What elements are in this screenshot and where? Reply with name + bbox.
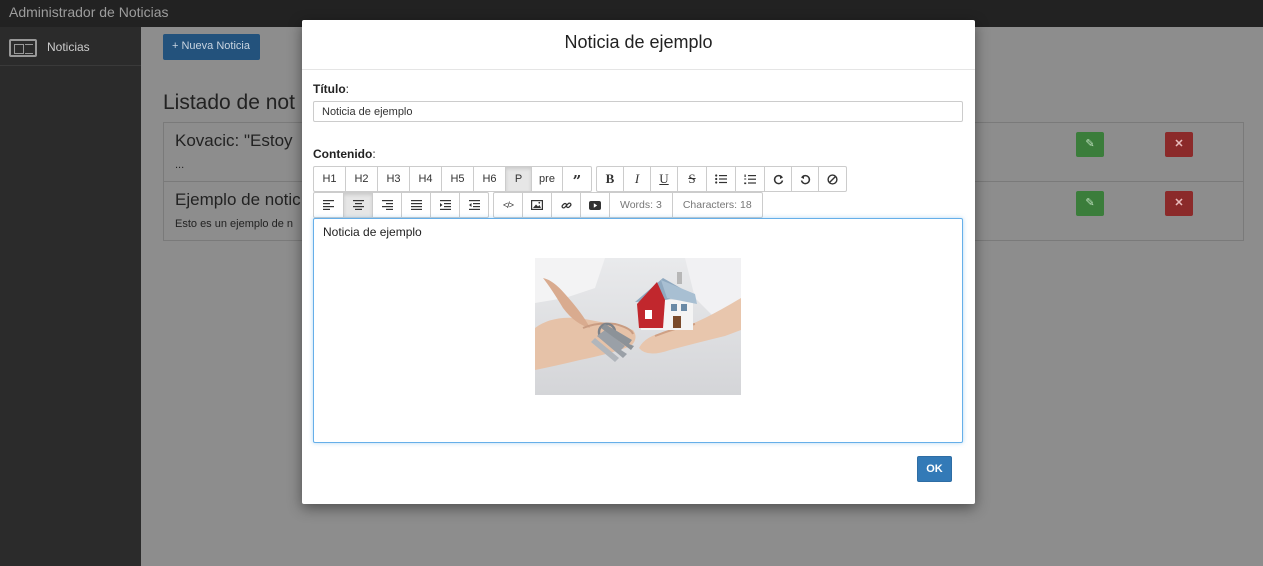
code-button[interactable]: </> [493,192,523,218]
news-summary: Esto es un ejemplo de n [175,218,294,230]
editor-toolbar-row-1: H1 H2 H3 H4 H5 H6 P pre ” B I U S [313,166,851,192]
h5-button[interactable]: H5 [441,166,474,192]
bold-icon: B [605,171,615,186]
youtube-icon [589,200,601,210]
align-right-button[interactable] [372,192,402,218]
indent-button[interactable] [430,192,460,218]
image-icon [531,200,543,210]
bold-button[interactable]: B [596,166,624,192]
h2-button[interactable]: H2 [345,166,378,192]
pre-button[interactable]: pre [531,166,563,192]
indent-icon [439,200,451,210]
character-count: Characters: 18 [671,192,763,218]
strikethrough-button[interactable]: S [677,166,707,192]
code-icon: </> [502,200,514,210]
edit-button[interactable]: ✎ [1076,191,1104,216]
text-style-group: B I U S [596,166,847,192]
close-icon: ✕ [1174,138,1184,150]
italic-button[interactable]: I [623,166,651,192]
insert-link-button[interactable] [551,192,581,218]
news-summary: ... [175,159,185,171]
edit-button[interactable]: ✎ [1076,132,1104,157]
quote-icon: ” [572,172,582,190]
align-center-icon [352,200,364,210]
ok-button[interactable]: OK [917,456,952,482]
h6-button[interactable]: H6 [473,166,506,192]
news-title: Kovacic: "Estoy [175,131,293,150]
block-format-group: H1 H2 H3 H4 H5 H6 P pre ” [313,166,592,192]
sidebar-item-noticias[interactable]: Noticias [0,31,141,66]
content-label: Contenido: [313,147,376,161]
h3-button[interactable]: H3 [377,166,410,192]
pencil-icon: ✎ [1085,197,1095,209]
h4-button[interactable]: H4 [409,166,442,192]
outdent-button[interactable] [459,192,489,218]
insert-image-button[interactable] [522,192,552,218]
bullet-list-button[interactable] [706,166,736,192]
delete-button[interactable]: ✕ [1165,132,1193,157]
edit-news-modal: Noticia de ejemplo Título: Contenido: H1… [302,20,975,504]
h1-button[interactable]: H1 [313,166,346,192]
quote-button[interactable]: ” [562,166,592,192]
outdent-icon [468,200,480,210]
sidebar-item-label: Noticias [47,40,90,54]
link-icon [560,201,572,209]
underline-icon: U [659,171,669,186]
word-count: Words: 3 [609,192,673,218]
insert-group: </> Words: 3 Characters: 18 [493,192,763,218]
clear-format-button[interactable] [818,166,847,192]
strikethrough-icon: S [688,171,696,186]
title-input[interactable] [313,101,963,122]
title-label: Título: [313,82,349,96]
paragraph-button[interactable]: P [505,166,532,192]
sidebar: Noticias [0,27,141,566]
align-left-icon [323,200,334,210]
ban-icon [827,173,838,185]
underline-button[interactable]: U [650,166,678,192]
content-label-text: Contenido [313,147,373,161]
align-justify-button[interactable] [401,192,431,218]
alignment-group [313,192,489,218]
pencil-icon: ✎ [1085,138,1095,150]
align-center-button[interactable] [343,192,373,218]
new-news-button[interactable]: + Nueva Noticia [163,34,260,60]
close-icon: ✕ [1174,197,1184,209]
title-label-text: Título [313,82,346,96]
align-justify-icon [410,200,422,210]
numbered-list-button[interactable] [735,166,765,192]
numbered-list-icon [744,174,756,184]
content-editor[interactable]: Noticia de ejemplo [313,218,963,443]
redo-icon [773,174,783,184]
redo-button[interactable] [764,166,792,192]
italic-icon: I [634,171,640,186]
list-title: Listado de not [163,91,295,114]
undo-button[interactable] [791,166,819,192]
align-left-button[interactable] [313,192,344,218]
app-brand[interactable]: Administrador de Noticias [9,4,169,20]
delete-button[interactable]: ✕ [1165,191,1193,216]
modal-title: Noticia de ejemplo [564,32,713,52]
editor-paragraph[interactable]: Noticia de ejemplo [323,225,422,239]
modal-header: Noticia de ejemplo [302,20,975,70]
align-right-icon [381,200,393,210]
bullet-list-icon [715,174,727,184]
newspaper-icon [9,39,37,57]
keys-and-house-image[interactable] [535,258,741,395]
insert-video-button[interactable] [580,192,610,218]
editor-toolbar-row-2: </> Words: 3 Characters: 18 [313,192,767,218]
news-title: Ejemplo de notic [175,190,301,209]
undo-icon [800,174,810,184]
